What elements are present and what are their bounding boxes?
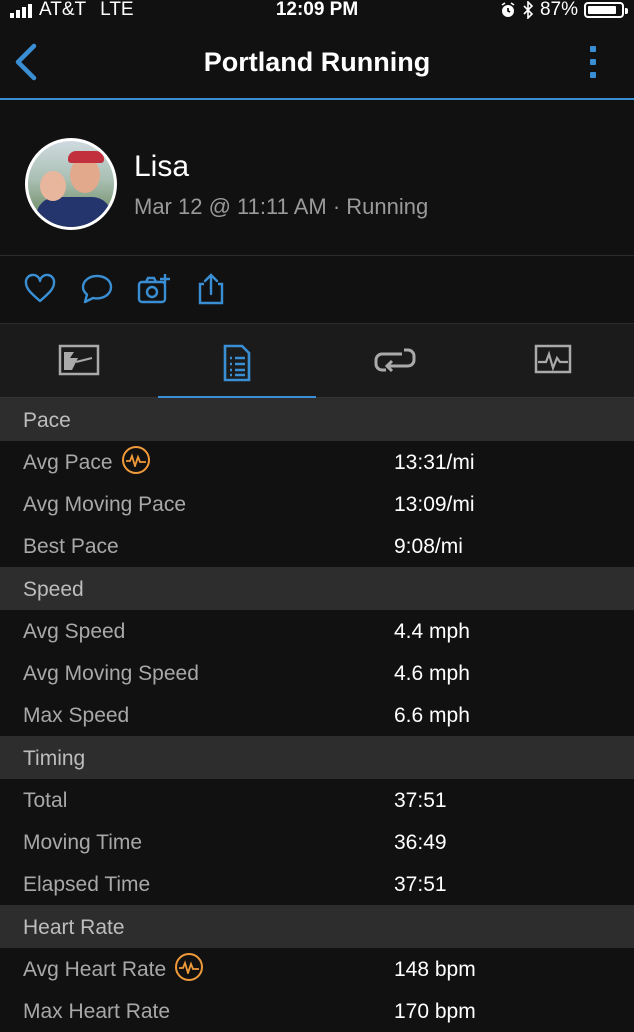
stat-row: Max Speed 6.6 mph [0,694,634,736]
stat-label: Avg Heart Rate [23,958,167,981]
alarm-icon [501,2,515,17]
stat-value: 36:49 [394,831,447,854]
stat-value: 6.6 mph [394,704,470,727]
bluetooth-icon [523,1,534,19]
tab-laps[interactable] [316,324,474,398]
stat-value: 13:09/mi [394,493,475,516]
stat-label: Avg Pace [23,451,113,474]
activity-header: Lisa Mar 12 @ 11:11 AM · Running [0,100,634,256]
vertical-dots-icon[interactable] [588,46,598,80]
battery-icon [584,2,628,18]
stat-row: Total 37:51 [0,779,634,821]
heart-rate-icon[interactable] [121,446,150,474]
stat-label: Max Speed [23,704,130,727]
avatar[interactable] [25,138,117,230]
heart-rate-icon[interactable] [175,953,204,981]
stat-label: Total [23,789,68,812]
laps-icon [374,348,416,373]
stat-row: Avg Pace 13:31/mi [0,441,634,483]
heart-icon[interactable] [23,272,57,306]
stat-row: Avg Heart Rate 148 bpm [0,948,634,990]
tab-charts[interactable] [474,324,632,398]
stat-label: Max Heart Rate [23,1000,171,1023]
stat-value: 4.6 mph [394,662,470,685]
add-photo-icon[interactable] [137,272,171,306]
stat-row: Avg Speed 4.4 mph [0,610,634,652]
stat-value: 37:51 [394,789,447,812]
section-header-pace: Pace [0,398,634,441]
tab-stats[interactable] [158,324,316,399]
tab-map[interactable] [0,324,158,398]
stat-value: 13:31/mi [394,451,475,474]
stat-row: Moving Time 36:49 [0,821,634,863]
stat-label: Avg Speed [23,620,126,643]
battery-percent: 87% [539,0,578,20]
activity-meta: Mar 12 @ 11:11 AM · Running [134,194,429,219]
stat-row: Best Pace 9:08/mi [0,525,634,567]
status-bar: AT&T LTE 12:09 PM 87% [0,0,634,22]
status-right: 87% [500,0,628,21]
stat-label: Avg Moving Pace [23,493,187,516]
stat-row: Avg Moving Speed 4.6 mph [0,652,634,694]
stat-value: 37:51 [394,873,447,896]
section-header-heart-rate: Heart Rate [0,905,634,948]
nav-bar: Portland Running [0,22,634,100]
stat-value: 4.4 mph [394,620,470,643]
stat-row: Avg Moving Pace 13:09/mi [0,483,634,525]
section-header-timing: Timing [0,736,634,779]
stat-label: Avg Moving Speed [23,662,199,685]
stat-label: Best Pace [23,535,119,558]
stat-row: Elapsed Time 37:51 [0,863,634,905]
map-icon [58,344,100,376]
share-icon[interactable] [194,272,228,306]
activity-tabs [0,324,634,399]
stat-label: Moving Time [23,831,143,854]
section-header-speed: Speed [0,567,634,610]
stat-value: 9:08/mi [394,535,463,558]
stats-list: Pace Avg Pace 13:31/mi Avg Moving Pace 13:… [0,398,634,1032]
comment-icon[interactable] [80,272,114,306]
document-icon [223,344,251,382]
social-actions [0,256,634,324]
stat-row: Max Heart Rate 170 bpm [0,990,634,1032]
user-name[interactable]: Lisa [134,150,189,184]
stat-value: 170 bpm [394,1000,476,1023]
chart-icon [534,344,572,374]
stat-label: Elapsed Time [23,873,151,896]
page-title: Portland Running [203,47,431,77]
stat-value: 148 bpm [394,958,476,981]
